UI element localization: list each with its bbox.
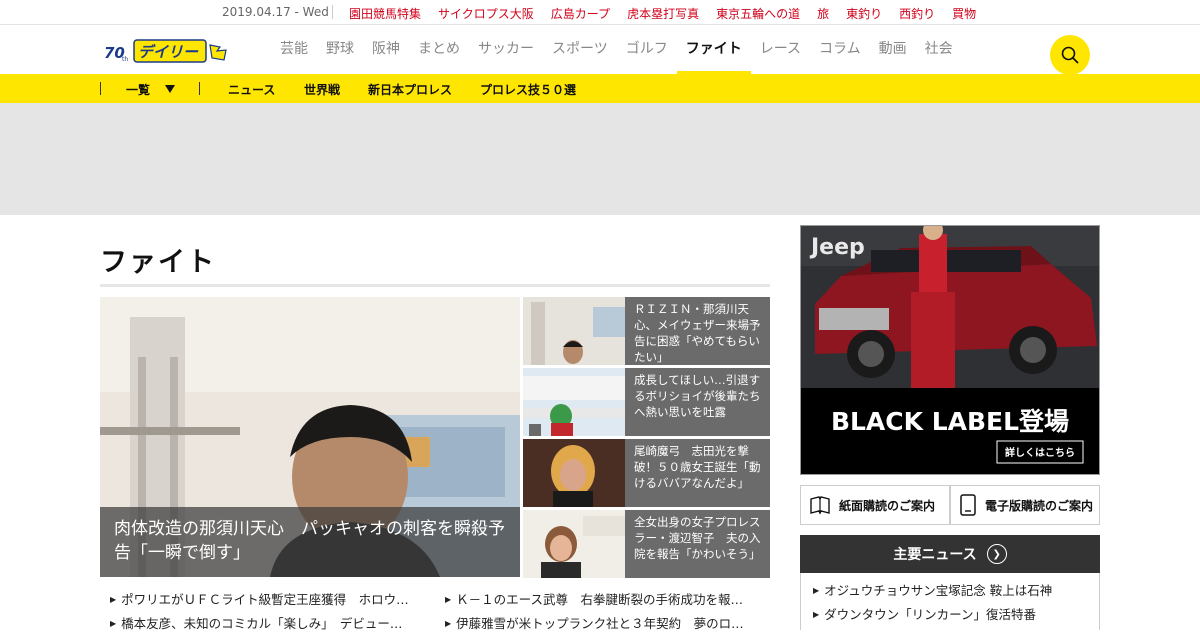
major-news-title: 主要ニュース [893, 547, 977, 563]
nav-item[interactable]: 野球 [317, 25, 363, 74]
side-story-title: 全女出身の女子プロレスラー・渡辺智子 夫の入院を報告「かわいそう」 [625, 510, 770, 578]
subnav-item[interactable]: 世界戦 [304, 81, 340, 98]
top-link[interactable]: 東釣り [846, 5, 882, 22]
nav-item[interactable]: 社会 [916, 25, 962, 74]
chevron-down-icon[interactable] [165, 85, 175, 93]
current-date: 2019.04.17 - Wed [222, 5, 329, 19]
subnav-item[interactable]: 新日本プロレス [368, 81, 452, 98]
divider [199, 82, 200, 95]
side-story-thumbnail [523, 439, 625, 507]
nav-item[interactable]: サッカー [469, 25, 543, 74]
ad-headline: BLACK LABEL登場 [831, 407, 1069, 436]
jeep-ad[interactable]: Jeep BLACK LABEL登場 詳しくはこちら [800, 225, 1100, 475]
divider [332, 5, 333, 19]
side-story-thumbnail [523, 510, 625, 578]
ad-brand: Jeep [809, 235, 865, 260]
side-story-title: ＲＩＺＩＮ・那須川天心、メイウェザー来場予告に困惑「やめてもらいたい」 [625, 297, 770, 365]
headline-link[interactable]: 橋本友彦、未知のコミカル「楽しみ」 デビュー… [110, 613, 422, 632]
major-news-item[interactable]: オジュウチョウサン宝塚記念 鞍上は石神 [813, 580, 1052, 599]
nav-item-active[interactable]: ファイト [676, 25, 751, 74]
ad-cta: 詳しくはこちら [1005, 446, 1075, 459]
nav-item[interactable]: コラム [810, 25, 870, 74]
ad-banner-placeholder [0, 103, 1200, 215]
side-story-thumbnail [523, 297, 625, 365]
nav-item[interactable]: スポーツ [543, 25, 617, 74]
nav-item[interactable]: 阪神 [363, 25, 409, 74]
top-link[interactable]: 西釣り [899, 5, 935, 22]
side-story-title: 成長してほしい…引退するボリショイが後輩たちへ熱い思いを吐露 [625, 368, 770, 436]
headline-link[interactable]: 伊藤雅雪が米トップランク社と３年契約 夢のロ… [445, 613, 757, 632]
side-story[interactable]: 全女出身の女子プロレスラー・渡辺智子 夫の入院を報告「かわいそう」 [523, 510, 770, 578]
headline-link[interactable]: ポワリエがＵＦＣライト級暫定王座獲得 ホロウ… [110, 589, 422, 608]
subnav-item[interactable]: ニュース [228, 81, 275, 98]
nav-item[interactable]: 芸能 [280, 25, 317, 74]
site-header: 70 th デイリー 芸能 野球 阪神 まとめ サッカー スポーツ ゴルフ ファ… [0, 25, 1200, 75]
divider [100, 82, 101, 95]
top-link[interactable]: 広島カープ [551, 5, 610, 22]
side-story-title: 尾崎魔弓 志田光を撃破！５０歳女王誕生「動けるババアなんだよ」 [625, 439, 770, 507]
site-logo[interactable]: 70 th デイリー [104, 37, 234, 65]
top-bar: 2019.04.17 - Wed 園田競馬特集 サイクロプス大阪 広島カープ 虎… [0, 0, 1200, 25]
main-story-caption: 肉体改造の那須川天心 パッキャオの刺客を瞬殺予告「一瞬で倒す」 [100, 507, 520, 577]
tablet-icon [959, 494, 977, 516]
top-link[interactable]: 園田競馬特集 [349, 5, 421, 22]
main-story[interactable]: 肉体改造の那須川天心 パッキャオの刺客を瞬殺予告「一瞬で倒す」 [100, 297, 520, 577]
side-story-thumbnail [523, 368, 625, 436]
top-link[interactable]: 旅 [817, 5, 829, 22]
headline-link[interactable]: Ｋ－１のエース武尊 右拳腱断裂の手術成功を報… [445, 589, 757, 608]
search-icon [1061, 46, 1079, 64]
nav-item[interactable]: ゴルフ [617, 25, 677, 74]
side-story[interactable]: 尾崎魔弓 志田光を撃破！５０歳女王誕生「動けるババアなんだよ」 [523, 439, 770, 507]
arrow-right-icon: ❯ [986, 544, 1007, 564]
top-link[interactable]: 東京五輪への道 [716, 5, 800, 22]
search-button[interactable] [1050, 35, 1090, 75]
major-news-header[interactable]: 主要ニュース ❯ [800, 535, 1100, 573]
digital-subscription-button[interactable]: 電子版購読のご案内 [950, 485, 1100, 525]
top-link[interactable]: サイクロプス大阪 [438, 5, 534, 22]
logo-text: デイリー [138, 43, 199, 61]
page-title: ファイト [100, 247, 216, 278]
top-link[interactable]: 虎本塁打写真 [627, 5, 699, 22]
nav-item[interactable]: 動画 [870, 25, 916, 74]
top-link[interactable]: 買物 [952, 5, 976, 22]
side-story[interactable]: ＲＩＺＩＮ・那須川天心、メイウェザー来場予告に困惑「やめてもらいたい」 [523, 297, 770, 365]
paper-subscription-button[interactable]: 紙面購読のご案内 [800, 485, 950, 525]
sub-nav: 一覧 ニュース 世界戦 新日本プロレス プロレス技５０選 [0, 74, 1200, 103]
title-underline [100, 284, 770, 287]
major-news-list: オジュウチョウサン宝塚記念 鞍上は石神 ダウンタウン「リンカーン」復活特番 [800, 573, 1100, 630]
subnav-item[interactable]: プロレス技５０選 [480, 81, 576, 98]
book-icon [809, 495, 831, 515]
svg-text:th: th [122, 56, 128, 63]
list-dropdown-label[interactable]: 一覧 [126, 81, 150, 98]
top-links: 園田競馬特集 サイクロプス大阪 広島カープ 虎本塁打写真 東京五輪への道 旅 東… [349, 5, 993, 22]
digital-subscription-label: 電子版購読のご案内 [985, 498, 1094, 513]
global-nav: 芸能 野球 阪神 まとめ サッカー スポーツ ゴルフ ファイト レース コラム … [280, 25, 962, 74]
paper-subscription-label: 紙面購読のご案内 [839, 498, 936, 513]
nav-item[interactable]: レース [751, 25, 810, 74]
major-news-item[interactable]: ダウンタウン「リンカーン」復活特番 [813, 604, 1036, 623]
nav-item[interactable]: まとめ [409, 25, 469, 74]
side-story[interactable]: 成長してほしい…引退するボリショイが後輩たちへ熱い思いを吐露 [523, 368, 770, 436]
